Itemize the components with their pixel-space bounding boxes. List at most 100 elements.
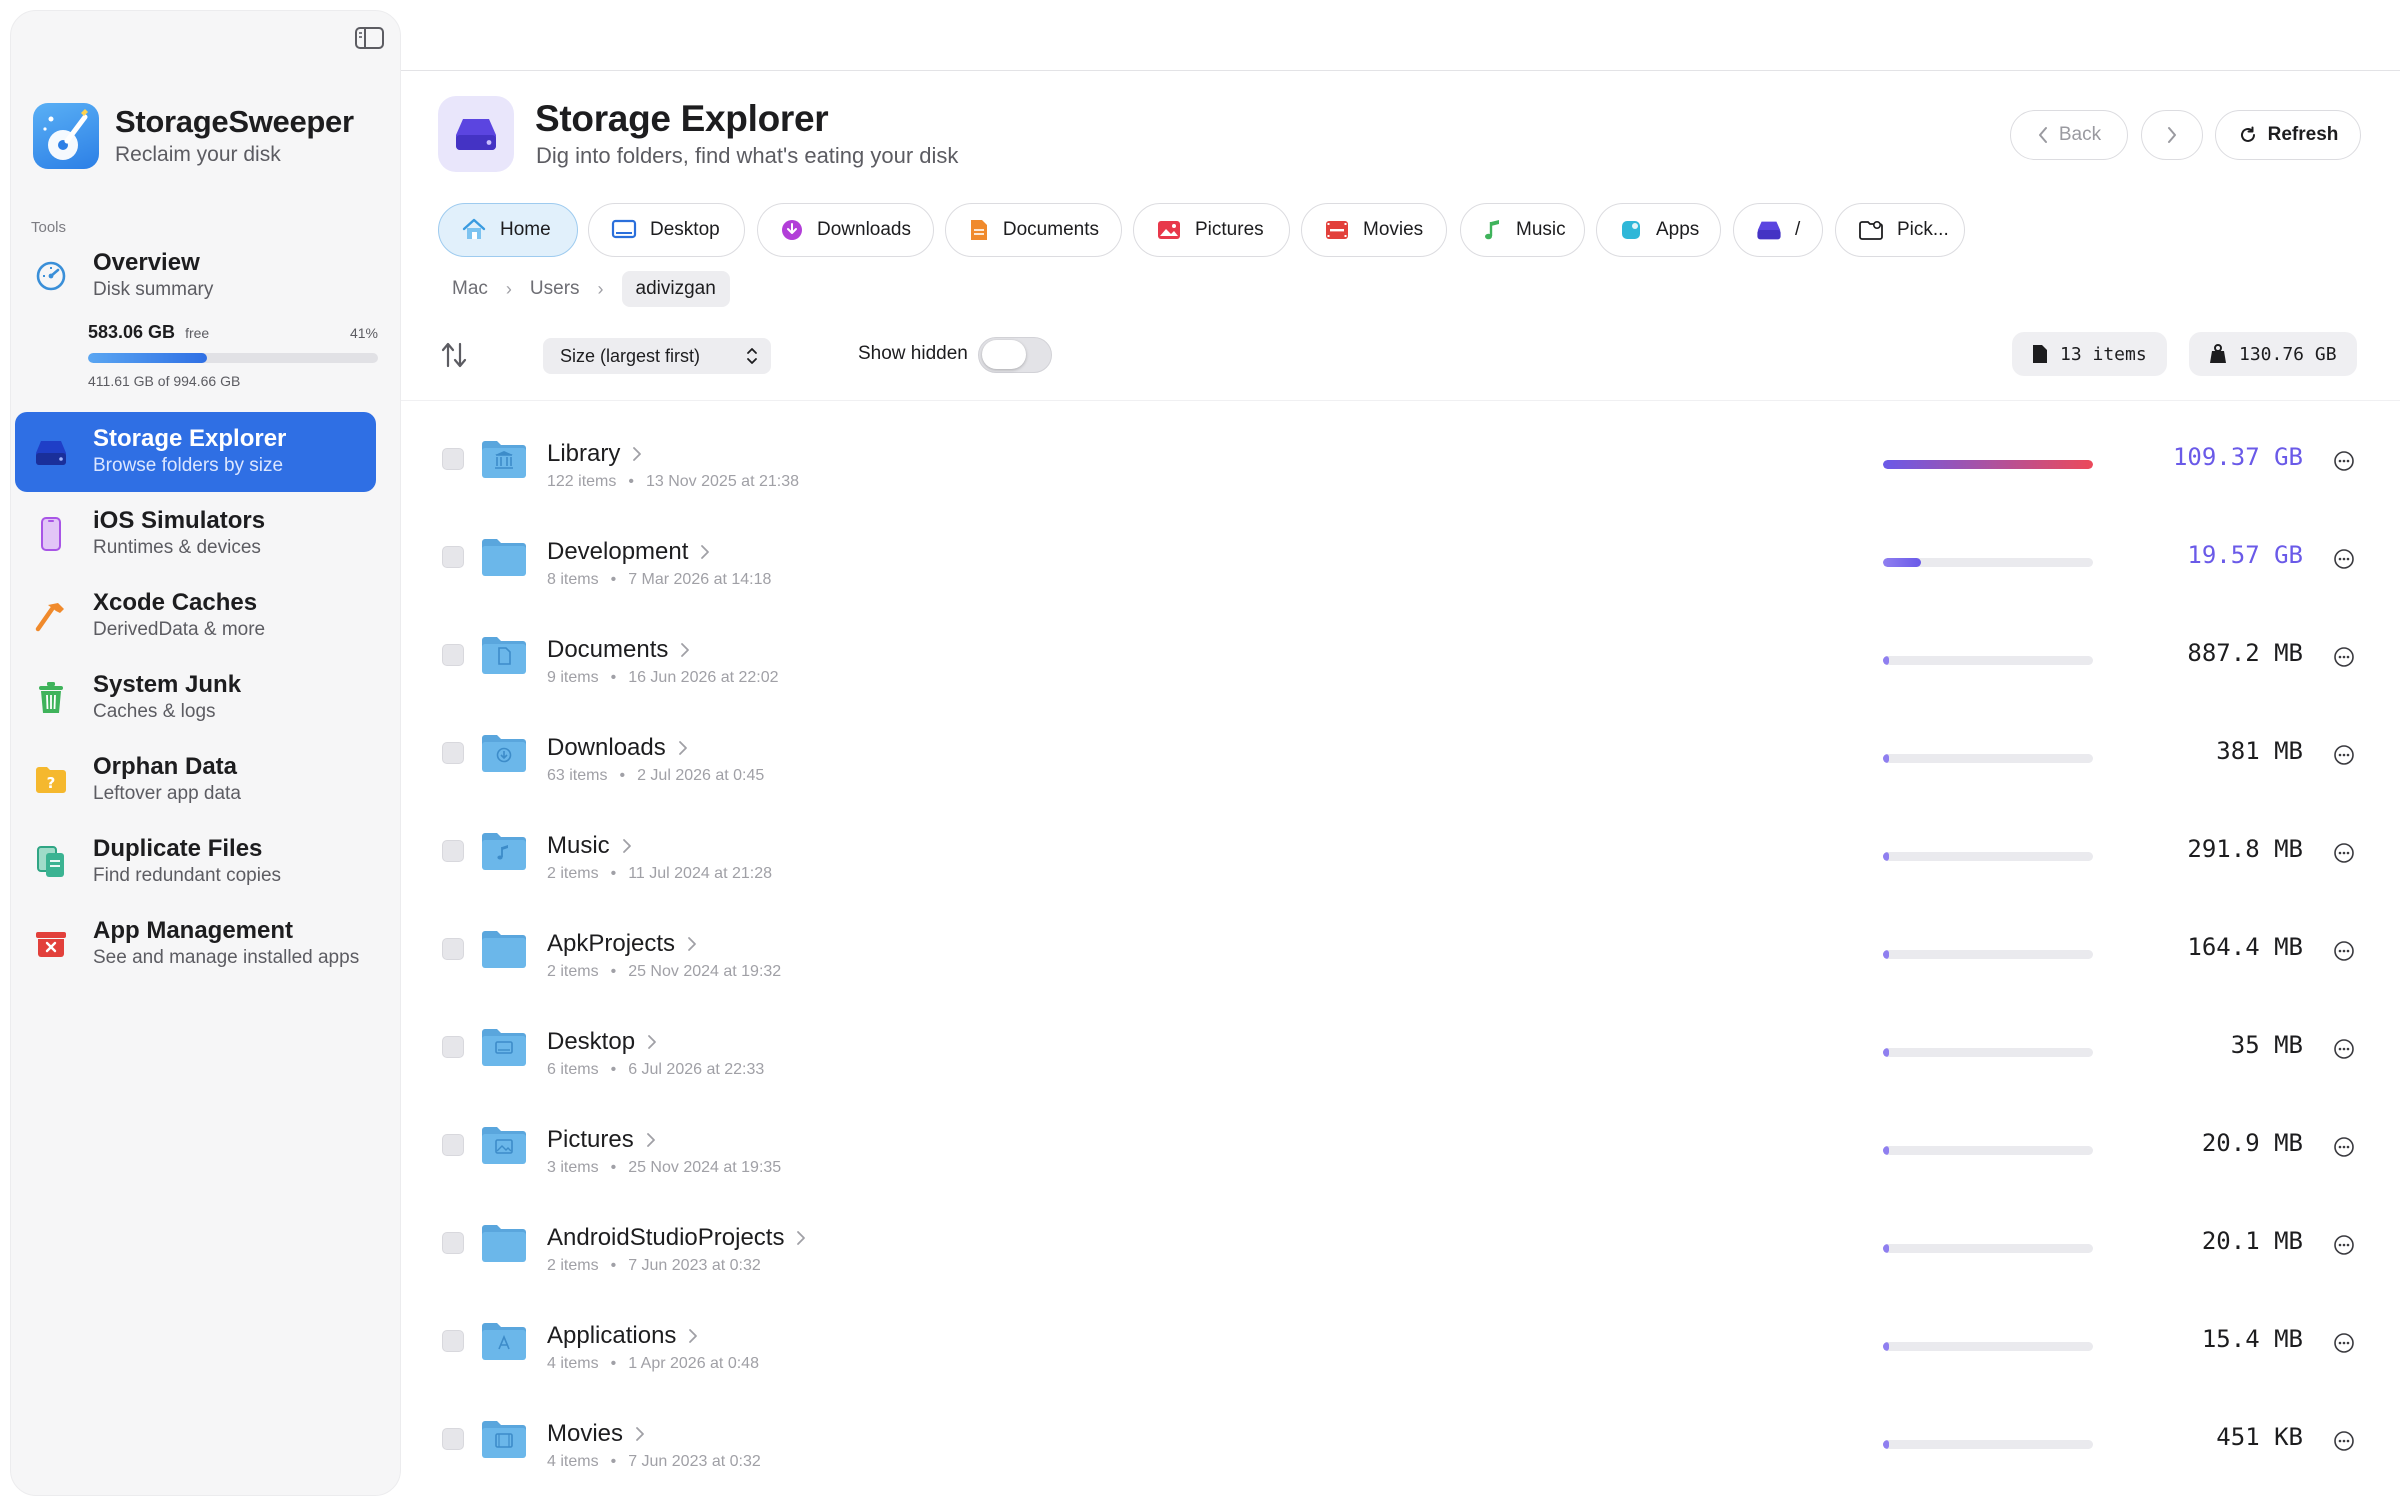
more-options-icon[interactable] <box>2333 842 2355 864</box>
breadcrumb-item-mac[interactable]: Mac <box>452 278 488 300</box>
folder-picker-icon <box>1858 217 1884 243</box>
row-checkbox[interactable] <box>442 1330 464 1352</box>
folder-icon <box>480 1222 528 1264</box>
folder-name[interactable]: Music <box>547 832 632 860</box>
location-chip-pick[interactable]: Pick... <box>1835 203 1965 257</box>
table-row[interactable]: Development 8 items • 7 Mar 2026 at 14:18 19… <box>401 508 2400 606</box>
folder-name[interactable]: Pictures <box>547 1126 656 1154</box>
folder-name-text: Downloads <box>547 734 666 761</box>
size-bar <box>1883 558 2093 567</box>
row-checkbox[interactable] <box>442 644 464 666</box>
row-checkbox[interactable] <box>442 1134 464 1156</box>
forward-button[interactable] <box>2141 110 2203 160</box>
more-options-icon[interactable] <box>2333 1136 2355 1158</box>
folder-name[interactable]: AndroidStudioProjects <box>547 1224 806 1252</box>
folder-name[interactable]: Applications <box>547 1322 698 1350</box>
sidebar-item-ios-simulators[interactable]: iOS Simulators Runtimes & devices <box>15 494 376 574</box>
show-hidden-toggle[interactable] <box>978 337 1052 373</box>
document-icon <box>2033 345 2047 363</box>
location-chip-downloads[interactable]: Downloads <box>757 203 934 257</box>
disk-usage-bar <box>88 353 378 363</box>
location-chip-root[interactable]: / <box>1733 203 1823 257</box>
table-row[interactable]: Music 2 items • 11 Jul 2024 at 21:28 291.8 M… <box>401 802 2400 900</box>
more-options-icon[interactable] <box>2333 940 2355 962</box>
breadcrumb-item-current[interactable]: adivizgan <box>621 271 730 307</box>
table-row[interactable]: Applications 4 items • 1 Apr 2026 at 0:48 15… <box>401 1292 2400 1390</box>
row-checkbox[interactable] <box>442 938 464 960</box>
more-options-icon[interactable] <box>2333 450 2355 472</box>
separator-dot: • <box>610 1061 617 1078</box>
app-header: StorageSweeper Reclaim your disk <box>33 103 354 169</box>
folder-item-count: 2 items <box>547 1257 599 1274</box>
location-chip-apps[interactable]: Apps <box>1596 203 1721 257</box>
nav-title: Orphan Data <box>93 753 238 780</box>
sort-select[interactable]: Size (largest first) <box>543 338 771 374</box>
row-checkbox[interactable] <box>442 840 464 862</box>
table-row[interactable]: Documents 9 items • 16 Jun 2026 at 22:02 887… <box>401 606 2400 704</box>
back-button[interactable]: Back <box>2010 110 2128 160</box>
section-label-tools: Tools <box>31 219 67 236</box>
folder-name[interactable]: Movies <box>547 1420 645 1448</box>
row-checkbox[interactable] <box>442 1428 464 1450</box>
table-row[interactable]: Movies 4 items • 7 Jun 2023 at 0:32 451 KB <box>401 1390 2400 1488</box>
folder-modified-date: 7 Jun 2023 at 0:32 <box>628 1257 761 1274</box>
separator-dot: • <box>610 1453 617 1470</box>
more-options-icon[interactable] <box>2333 1234 2355 1256</box>
sidebar-item-orphan-data[interactable]: ? Orphan Data Leftover app data <box>15 740 376 820</box>
row-checkbox[interactable] <box>442 448 464 470</box>
row-checkbox[interactable] <box>442 546 464 568</box>
separator-dot: • <box>610 1159 617 1176</box>
refresh-button[interactable]: Refresh <box>2215 110 2361 160</box>
location-chip-music[interactable]: Music <box>1460 203 1585 257</box>
sidebar-item-duplicate-files[interactable]: Duplicate Files Find redundant copies <box>15 822 376 902</box>
folder-name[interactable]: Downloads <box>547 734 688 762</box>
table-row[interactable]: Library 122 items • 13 Nov 2025 at 21:38 109… <box>401 410 2400 508</box>
folder-size: 35 MB <box>2230 1031 2303 1059</box>
table-row[interactable]: Desktop 6 items • 6 Jul 2026 at 22:33 35 MB <box>401 998 2400 1096</box>
table-row[interactable]: ApkProjects 2 items • 25 Nov 2024 at 19:32 1… <box>401 900 2400 998</box>
location-chip-desktop[interactable]: Desktop <box>588 203 745 257</box>
more-options-icon[interactable] <box>2333 548 2355 570</box>
more-options-icon[interactable] <box>2333 1430 2355 1452</box>
location-chip-home[interactable]: Home <box>438 203 578 257</box>
row-checkbox[interactable] <box>442 1036 464 1058</box>
folder-meta: 4 items • 7 Jun 2023 at 0:32 <box>547 1453 761 1471</box>
more-options-icon[interactable] <box>2333 1038 2355 1060</box>
more-options-icon[interactable] <box>2333 646 2355 668</box>
folder-name[interactable]: ApkProjects <box>547 930 697 958</box>
row-checkbox[interactable] <box>442 742 464 764</box>
folder-name[interactable]: Desktop <box>547 1028 657 1056</box>
sidebar-item-app-management[interactable]: App Management See and manage installed … <box>15 904 376 984</box>
folder-icon <box>480 830 528 872</box>
chevron-right-icon <box>622 839 631 853</box>
location-chip-pictures[interactable]: Pictures <box>1133 203 1290 257</box>
table-row[interactable]: AndroidStudioProjects 2 items • 7 Jun 2023 … <box>401 1194 2400 1292</box>
folder-name[interactable]: Documents <box>547 636 690 664</box>
sort-direction-icon[interactable] <box>440 340 468 370</box>
row-checkbox[interactable] <box>442 1232 464 1254</box>
location-chip-movies[interactable]: Movies <box>1301 203 1447 257</box>
chevron-right-icon <box>701 545 710 559</box>
folder-name[interactable]: Development <box>547 538 710 566</box>
breadcrumb-item-users[interactable]: Users <box>530 278 580 300</box>
sidebar-item-xcode-caches[interactable]: Xcode Caches DerivedData & more <box>15 576 376 656</box>
total-size-badge: 130.76 GB <box>2189 332 2357 376</box>
more-options-icon[interactable] <box>2333 1332 2355 1354</box>
location-chip-documents[interactable]: Documents <box>945 203 1122 257</box>
table-row[interactable]: Downloads 63 items • 2 Jul 2026 at 0:45 381 … <box>401 704 2400 802</box>
folder-meta: 3 items • 25 Nov 2024 at 19:35 <box>547 1159 781 1177</box>
sidebar-toggle-icon[interactable] <box>354 25 386 51</box>
sidebar-item-system-junk[interactable]: System Junk Caches & logs <box>15 658 376 738</box>
document-icon <box>968 217 990 243</box>
sidebar-item-storage-explorer[interactable]: Storage Explorer Browse folders by size <box>15 412 376 492</box>
folder-size: 109.37 GB <box>2172 443 2303 471</box>
size-bar <box>1883 1342 2093 1351</box>
size-bar-fill <box>1883 852 1889 861</box>
folder-name[interactable]: Library <box>547 440 642 468</box>
sidebar-item-overview[interactable]: Overview Disk summary <box>15 236 376 316</box>
app-name: StorageSweeper <box>115 104 354 139</box>
more-options-icon[interactable] <box>2333 744 2355 766</box>
chevron-right-icon: › <box>505 278 512 299</box>
table-row[interactable]: Pictures 3 items • 25 Nov 2024 at 19:35 20.9… <box>401 1096 2400 1194</box>
chevron-right-icon <box>648 1035 656 1049</box>
